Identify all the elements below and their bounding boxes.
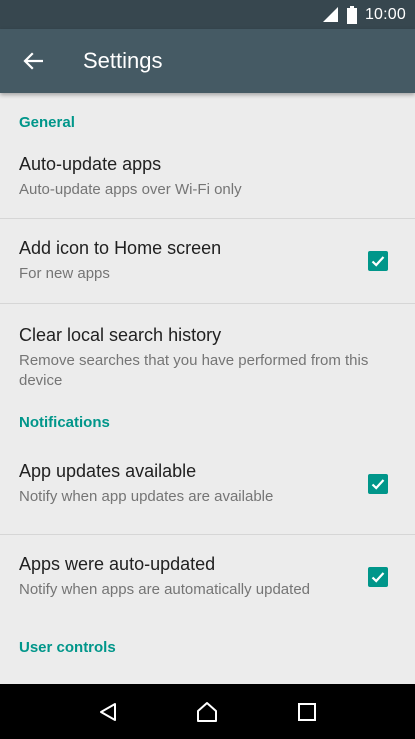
setting-secondary-label: For new apps bbox=[19, 265, 110, 282]
app-bar: Settings bbox=[0, 29, 415, 93]
setting-secondary-label: Auto-update apps over Wi-Fi only bbox=[19, 181, 242, 198]
section-header-notifications: Notifications bbox=[19, 413, 110, 431]
signal-icon bbox=[322, 7, 338, 22]
section-header-user-controls: User controls bbox=[19, 638, 116, 656]
setting-auto-update-apps[interactable]: Auto-update apps Auto-update apps over W… bbox=[0, 151, 415, 218]
back-button[interactable] bbox=[19, 47, 47, 75]
setting-apps-auto-updated[interactable]: Apps were auto-updated Notify when apps … bbox=[0, 535, 415, 619]
triangle-back-icon bbox=[99, 702, 116, 721]
auto-updated-checkbox[interactable] bbox=[368, 567, 388, 587]
page-title: Settings bbox=[83, 48, 163, 73]
home-icon bbox=[197, 701, 218, 722]
add-icon-checkbox[interactable] bbox=[368, 251, 388, 271]
status-bar: 10:00 bbox=[0, 0, 415, 29]
battery-icon bbox=[346, 5, 357, 24]
setting-primary-label: Clear local search history bbox=[19, 325, 222, 345]
setting-secondary-label: Remove searches that you have performed … bbox=[19, 352, 369, 389]
setting-secondary-label: Notify when apps are automatically updat… bbox=[19, 581, 311, 598]
setting-clear-search-history[interactable]: Clear local search history Remove search… bbox=[0, 304, 415, 394]
status-time: 10:00 bbox=[364, 5, 406, 23]
navigation-bar bbox=[0, 684, 415, 739]
nav-recents-button[interactable] bbox=[292, 697, 322, 727]
setting-primary-label: Apps were auto-updated bbox=[19, 554, 216, 574]
nav-home-button[interactable] bbox=[192, 697, 222, 727]
checkmark-icon bbox=[371, 256, 385, 267]
setting-primary-label: Auto-update apps bbox=[19, 154, 162, 174]
nav-back-button[interactable] bbox=[93, 697, 123, 727]
checkmark-icon bbox=[371, 572, 385, 583]
square-recents-icon bbox=[298, 702, 317, 721]
setting-primary-label: App updates available bbox=[19, 461, 197, 481]
checkmark-icon bbox=[371, 479, 385, 490]
setting-add-icon-home-screen[interactable]: Add icon to Home screen For new apps bbox=[0, 219, 415, 303]
arrow-back-icon bbox=[23, 52, 43, 70]
setting-secondary-label: Notify when app updates are available bbox=[19, 488, 274, 505]
setting-app-updates-available[interactable]: App updates available Notify when app up… bbox=[0, 450, 415, 534]
section-header-general: General bbox=[19, 113, 75, 131]
settings-list: General Auto-update apps Auto-update app… bbox=[0, 93, 415, 684]
app-updates-checkbox[interactable] bbox=[368, 474, 388, 494]
setting-primary-label: Add icon to Home screen bbox=[19, 238, 222, 258]
